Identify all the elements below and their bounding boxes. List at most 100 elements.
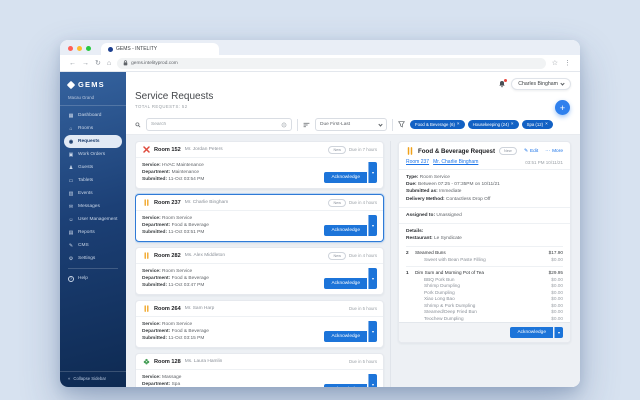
service-value: HVAC Maintenance — [162, 163, 204, 168]
guest-name: Ms. Laura Hamlin — [185, 359, 223, 364]
sidebar-item-cms[interactable]: ✎ CMS — [60, 239, 126, 252]
request-card[interactable]: Room 282 Ms. Alex Middleton New Due in 4… — [135, 247, 384, 295]
home-icon[interactable]: ⌂ — [107, 60, 111, 67]
submitted-value: 11-Oct 03:15 PM — [168, 336, 204, 341]
sort-value: Due First-Last — [320, 122, 350, 127]
sidebar-item-user-management[interactable]: ☺ User Management — [60, 213, 126, 226]
sidebar-item-dashboard[interactable]: ▦ Dashboard — [60, 109, 126, 122]
search-input[interactable] — [151, 122, 278, 127]
sidebar-item-requests[interactable]: ◉ Requests — [64, 135, 122, 148]
detail-footer: Acknowledge ▾ — [399, 322, 570, 342]
reload-icon[interactable]: ↻ — [95, 60, 101, 67]
sidebar-item-label: Messages — [78, 204, 100, 209]
forward-icon[interactable]: → — [82, 60, 89, 67]
request-card[interactable]: Room 264 Mr. Sam Harp Due in 5 hours Ser… — [135, 300, 384, 348]
acknowledge-button[interactable]: Acknowledge — [324, 331, 367, 342]
acknowledge-caret-button[interactable]: ▾ — [368, 215, 377, 236]
request-card[interactable]: Room 152 Mr. Jordan Peters New Due in 7 … — [135, 141, 384, 189]
add-request-button[interactable]: + — [555, 100, 570, 115]
edit-icon: ✎ — [524, 149, 528, 154]
window-maximize-button[interactable] — [86, 46, 91, 51]
sidebar-item-settings[interactable]: ⚙ Settings — [60, 252, 126, 265]
card-header: Room 264 Mr. Sam Harp Due in 5 hours — [136, 301, 383, 317]
sidebar-item-guests[interactable]: ♟ Guests — [60, 161, 126, 174]
department-label: Department: — [142, 382, 170, 387]
acknowledge-button[interactable]: Acknowledge — [324, 384, 367, 387]
room-number: Room 264 — [154, 306, 181, 312]
acknowledge-caret-button[interactable]: ▾ — [368, 321, 377, 342]
window-minimize-button[interactable] — [77, 46, 82, 51]
bookmark-star-icon[interactable]: ☆ — [552, 60, 558, 67]
notifications-button[interactable] — [498, 80, 506, 88]
sidebar-item-rooms[interactable]: ⌂ Rooms — [60, 122, 126, 135]
chip-close-icon[interactable]: × — [457, 122, 460, 127]
back-icon[interactable]: ← — [69, 60, 76, 67]
filter-chip-housekeeping[interactable]: Housekeeping (24) × — [468, 120, 519, 129]
room-link[interactable]: Room 237 — [406, 159, 429, 165]
sidebar-item-work-orders[interactable]: ▣ Work Orders — [60, 148, 126, 161]
sidebar-item-tablets[interactable]: ▭ Tablets — [60, 174, 126, 187]
card-body: Service: Room Service Department: Food &… — [136, 264, 383, 294]
window-close-button[interactable] — [68, 46, 73, 51]
chip-close-icon[interactable]: × — [511, 122, 514, 127]
service-label: Service: — [142, 322, 161, 327]
guest-name: Mr. Sam Harp — [185, 306, 215, 311]
food-beverage-icon — [142, 199, 150, 207]
submitted-as-value: Immediate — [439, 189, 461, 194]
acknowledge-button[interactable]: Acknowledge — [324, 278, 367, 289]
sidebar-item-label: Guests — [78, 165, 93, 170]
sidebar-item-label: Reports — [78, 230, 95, 235]
sidebar-item-messages[interactable]: ✉ Messages — [60, 200, 126, 213]
events-icon: ▥ — [68, 191, 74, 197]
url-field[interactable]: gems.intelityprod.com — [117, 58, 546, 69]
user-menu[interactable]: Charles Bingham — [511, 78, 571, 90]
spa-icon — [142, 358, 150, 366]
sort-select[interactable]: Due First-Last — [315, 118, 387, 131]
more-button[interactable]: ⋯More — [545, 149, 563, 154]
guest-link[interactable]: Mr. Charlie Bingham — [433, 159, 478, 165]
submitted-label: Submitted: — [142, 230, 167, 235]
request-card-selected[interactable]: Room 237 Mr. Charlie Bingham New Due in … — [135, 194, 384, 242]
more-icon: ⋯ — [545, 149, 550, 154]
acknowledge-button[interactable]: Acknowledge — [324, 225, 367, 236]
department-label: Department: — [142, 276, 170, 281]
filter-funnel-icon[interactable] — [398, 121, 405, 128]
room-number: Room 152 — [154, 147, 181, 153]
status-badge: New — [328, 252, 346, 260]
request-detail-panel: Food & Beverage Request New ✎Edit ⋯More … — [398, 141, 571, 343]
details-label: Details: — [406, 229, 423, 234]
chip-close-icon[interactable]: × — [545, 122, 548, 127]
card-header: Room 152 Mr. Jordan Peters New Due in 7 … — [136, 142, 383, 158]
sidebar-item-events[interactable]: ▥ Events — [60, 187, 126, 200]
type-label: Type: — [406, 175, 418, 180]
total-requests-count: TOTAL REQUESTS: 52 — [135, 104, 571, 109]
due-text: Due in 5 hours — [349, 306, 377, 311]
search-settings-icon[interactable] — [281, 122, 287, 128]
department-label: Department: — [142, 223, 170, 228]
acknowledge-caret-button[interactable]: ▾ — [368, 268, 377, 289]
service-label: Service: — [142, 216, 161, 221]
work-orders-icon: ▣ — [68, 152, 74, 158]
collapse-sidebar-button[interactable]: « Collapse Sidebar — [60, 371, 126, 387]
sidebar-item-help[interactable]: ? Help — [60, 272, 126, 285]
edit-button[interactable]: ✎Edit — [524, 149, 538, 154]
acknowledge-caret-button[interactable]: ▾ — [554, 327, 563, 338]
browser-tab[interactable]: GEMS - INTELITY — [101, 43, 219, 55]
main-content: + Charles Bingham Service Requests TOTAL… — [126, 72, 580, 387]
acknowledge-button[interactable]: Acknowledge — [510, 327, 553, 338]
acknowledge-caret-button[interactable]: ▾ — [368, 162, 377, 183]
food-beverage-icon — [406, 147, 414, 155]
submitted-value: 11-Oct 03:54 PM — [168, 177, 204, 182]
divider — [297, 119, 298, 131]
room-number: Room 282 — [154, 253, 181, 259]
sort-icon — [303, 122, 310, 128]
guest-name: Mr. Charlie Bingham — [185, 200, 228, 205]
filter-chip-spa[interactable]: Spa (12) × — [522, 120, 553, 129]
acknowledge-button[interactable]: Acknowledge — [324, 172, 367, 183]
sidebar-item-reports[interactable]: ▤ Reports — [60, 226, 126, 239]
delivery-method-value: Contactless Drop Off — [446, 197, 490, 202]
acknowledge-caret-button[interactable]: ▾ — [368, 374, 377, 387]
request-card[interactable]: Room 128 Ms. Laura Hamlin Due in 5 hours… — [135, 353, 384, 387]
browser-menu-icon[interactable]: ⋮ — [564, 60, 571, 67]
filter-chip-food-beverage[interactable]: Food & Beverage (6) × — [410, 120, 465, 129]
